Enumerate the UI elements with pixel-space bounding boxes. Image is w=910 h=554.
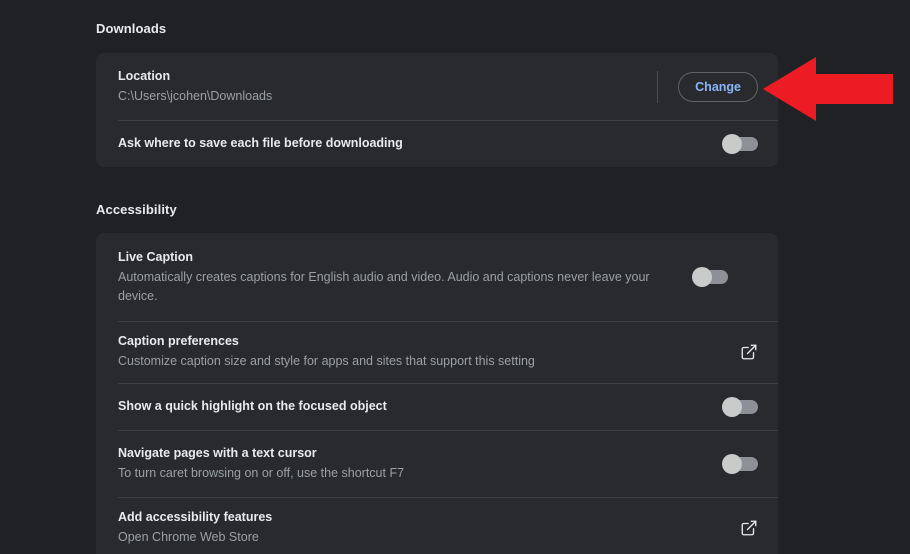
location-controls: Change xyxy=(657,70,758,103)
live-caption-toggle[interactable] xyxy=(692,267,728,287)
add-features-description: Open Chrome Web Store xyxy=(118,530,259,544)
toggle-knob xyxy=(722,396,742,417)
section-heading-accessibility: Accessibility xyxy=(96,202,177,217)
toggle-knob xyxy=(722,133,742,154)
location-path: C:\Users\jcohen\Downloads xyxy=(118,88,273,103)
ask-where-controls xyxy=(722,133,758,154)
toggle-knob xyxy=(722,453,742,474)
live-caption-description: Automatically creates captions for Engli… xyxy=(118,269,650,303)
quick-highlight-text-block: Show a quick highlight on the focused ob… xyxy=(118,387,708,426)
open-in-new-icon[interactable] xyxy=(740,343,758,361)
location-text-block: Location C:\Users\jcohen\Downloads xyxy=(118,57,641,117)
text-cursor-toggle[interactable] xyxy=(722,453,758,474)
quick-highlight-title: Show a quick highlight on the focused ob… xyxy=(118,399,387,413)
caption-preferences-controls xyxy=(740,343,758,361)
setting-row-text-cursor[interactable]: Navigate pages with a text cursor To tur… xyxy=(96,430,778,497)
live-caption-text-block: Live Caption Automatically creates capti… xyxy=(118,238,678,317)
ask-where-text-block: Ask where to save each file before downl… xyxy=(118,124,708,163)
downloads-card: Location C:\Users\jcohen\Downloads Chang… xyxy=(96,53,778,167)
text-cursor-description: To turn caret browsing on or off, use th… xyxy=(118,465,405,480)
text-cursor-title: Navigate pages with a text cursor xyxy=(118,445,317,460)
add-features-text-block: Add accessibility features Open Chrome W… xyxy=(118,498,724,554)
quick-highlight-controls xyxy=(722,396,758,417)
change-download-location-button[interactable]: Change xyxy=(678,71,758,102)
ask-where-title: Ask where to save each file before downl… xyxy=(118,136,403,150)
settings-page: Downloads Location C:\Users\jcohen\Downl… xyxy=(0,0,910,554)
vertical-divider xyxy=(657,70,659,103)
ask-where-toggle[interactable] xyxy=(722,133,758,154)
setting-row-add-accessibility-features[interactable]: Add accessibility features Open Chrome W… xyxy=(96,497,778,554)
accessibility-card: Live Caption Automatically creates capti… xyxy=(96,233,778,554)
annotation-arrow-icon xyxy=(763,57,893,121)
text-cursor-controls xyxy=(722,453,758,474)
caption-preferences-description: Customize caption size and style for app… xyxy=(118,354,535,368)
location-title: Location xyxy=(118,68,171,83)
toggle-knob xyxy=(692,267,712,287)
section-heading-downloads: Downloads xyxy=(96,21,167,36)
caption-preferences-text-block: Caption preferences Customize caption si… xyxy=(118,322,724,382)
add-features-controls xyxy=(740,519,758,537)
text-cursor-text-block: Navigate pages with a text cursor To tur… xyxy=(118,434,708,494)
quick-highlight-toggle[interactable] xyxy=(722,396,758,417)
setting-row-live-caption[interactable]: Live Caption Automatically creates capti… xyxy=(96,233,778,321)
open-in-new-icon[interactable] xyxy=(740,519,758,537)
setting-row-quick-highlight[interactable]: Show a quick highlight on the focused ob… xyxy=(96,383,778,430)
setting-row-ask-where-to-save[interactable]: Ask where to save each file before downl… xyxy=(96,120,778,167)
live-caption-title: Live Caption xyxy=(118,249,194,264)
setting-row-location[interactable]: Location C:\Users\jcohen\Downloads Chang… xyxy=(96,53,778,120)
caption-preferences-title: Caption preferences xyxy=(118,334,239,348)
add-features-title: Add accessibility features xyxy=(118,510,273,524)
setting-row-caption-preferences[interactable]: Caption preferences Customize caption si… xyxy=(96,321,778,383)
live-caption-controls xyxy=(692,267,728,287)
